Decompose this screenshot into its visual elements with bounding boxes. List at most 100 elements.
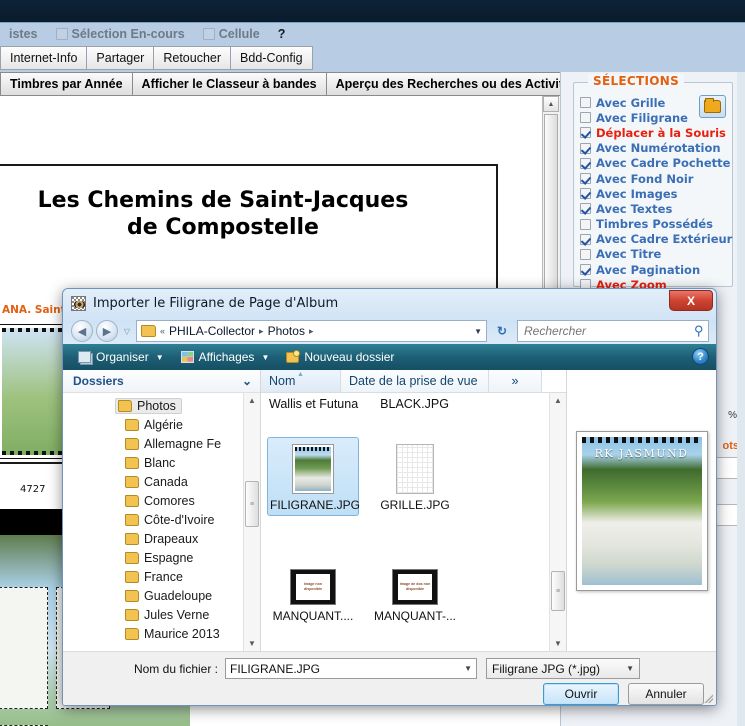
menu-item-selection-en-cours[interactable]: Sélection En-cours [47, 24, 194, 44]
checkbox-row-timbres-possedes[interactable]: Timbres Possédés [580, 217, 730, 232]
toolbar-button-bdd-config[interactable]: Bdd-Config [230, 46, 313, 70]
checkbox-row-deplacer-a-la-souris[interactable]: Déplacer à la Souris [580, 125, 730, 140]
open-button[interactable]: Ouvrir [543, 683, 619, 705]
tree-item-allemagne[interactable]: Allemagne Fe [63, 434, 244, 453]
file-tile-manquant-1[interactable]: Image non disponible MANQUANT.... [267, 548, 359, 627]
scroll-down-arrow[interactable]: ▼ [550, 636, 566, 651]
menu-label: ? [277, 26, 286, 41]
breadcrumb-item-phila-collector[interactable]: PHILA-Collector [169, 324, 255, 338]
scroll-up-arrow[interactable]: ▲ [245, 393, 260, 408]
back-arrow-icon[interactable]: ◀ [71, 320, 93, 342]
tree-item-algerie[interactable]: Algérie [63, 415, 244, 434]
scroll-up-arrow[interactable]: ▲ [543, 96, 559, 112]
file-tile-filigrane[interactable]: FILIGRANE.JPG [267, 437, 360, 516]
tree-item-maurice-2013[interactable]: Maurice 2013 [63, 624, 244, 643]
cancel-button[interactable]: Annuler [628, 683, 704, 705]
tree-item-guadeloupe[interactable]: Guadeloupe [63, 586, 244, 605]
close-icon[interactable]: X [669, 290, 713, 311]
recent-locations-icon[interactable]: ▽ [121, 327, 133, 336]
checkbox-row-avec-cadre-exterieur[interactable]: Avec Cadre Extérieur [580, 232, 732, 247]
scroll-thumb[interactable]: ≡ [551, 571, 565, 611]
help-icon[interactable]: ? [692, 348, 709, 365]
column-header-more[interactable]: » [489, 370, 542, 392]
scroll-thumb[interactable] [544, 114, 558, 314]
checkbox-row-avec-titre[interactable]: Avec Titre [580, 247, 730, 262]
checkbox-row-avec-textes[interactable]: Avec Textes [580, 201, 730, 216]
views-button[interactable]: Affichages ▼ [174, 346, 277, 368]
tree-item-comores[interactable]: Comores [63, 491, 244, 510]
tree-item-canada[interactable]: Canada [63, 472, 244, 491]
menu-item-listes[interactable]: istes [0, 24, 47, 44]
checkbox[interactable] [580, 248, 591, 260]
scroll-down-arrow[interactable]: ▼ [245, 636, 260, 651]
file-tile-grille[interactable]: GRILLE.JPG [369, 437, 461, 516]
tree-item-espagne[interactable]: Espagne [63, 548, 244, 567]
checkbox-row-avec-filigrane[interactable]: Avec Filigrane [580, 110, 730, 125]
strip-stamp-1[interactable] [0, 587, 48, 709]
checkbox[interactable] [580, 112, 591, 124]
panel-right-edge [737, 72, 745, 726]
thumbnail-wrap [372, 442, 458, 494]
tree-item-label: Côte-d'Ivoire [144, 512, 215, 527]
checkbox-row-avec-cadre-pochette[interactable]: Avec Cadre Pochette [580, 156, 730, 171]
checkbox[interactable] [580, 127, 591, 139]
search-icon[interactable]: ⚲ [694, 323, 704, 339]
chevron-down-icon[interactable]: ▼ [474, 327, 482, 336]
file-top-row-item[interactable]: BLACK.JPG [380, 397, 449, 411]
tab-afficher-classeur[interactable]: Afficher le Classeur à bandes [131, 72, 326, 95]
column-header-date[interactable]: Date de la prise de vue [341, 370, 489, 392]
organize-button[interactable]: Organiser ▼ [71, 346, 171, 368]
chevron-down-icon[interactable]: ⌄ [242, 374, 252, 388]
filetype-dropdown[interactable]: Filigrane JPG (*.jpg) ▼ [486, 658, 640, 679]
tree-item-blanc[interactable]: Blanc [63, 453, 244, 472]
scroll-up-arrow[interactable]: ▲ [550, 393, 566, 408]
checkbox[interactable] [580, 233, 591, 245]
tab-apercu-recherches[interactable]: Aperçu des Recherches ou des Activités [325, 72, 587, 95]
filename-input[interactable]: FILIGRANE.JPG ▼ [225, 658, 477, 679]
column-header-nom[interactable]: ▲ Nom [261, 370, 341, 392]
tree-item-drapeaux[interactable]: Drapeaux [63, 529, 244, 548]
tree-item-cote-divoire[interactable]: Côte-d'Ivoire [63, 510, 244, 529]
checkbox[interactable] [580, 142, 591, 154]
checkbox[interactable] [580, 157, 591, 169]
search-input[interactable] [522, 323, 695, 339]
toolbar-button-internet-info[interactable]: Internet-Info [0, 46, 87, 70]
checkbox-row-avec-pagination[interactable]: Avec Pagination [580, 262, 730, 277]
tree-item-france[interactable]: France [63, 567, 244, 586]
chevron-down-icon[interactable]: ▼ [626, 664, 634, 673]
menu-item-cellule[interactable]: Cellule [194, 24, 269, 44]
checkbox-row-avec-fond-noir[interactable]: Avec Fond Noir [580, 171, 730, 186]
toolbar-button-retoucher[interactable]: Retoucher [153, 46, 231, 70]
file-list-scrollbar[interactable]: ▲ ≡ ▼ [549, 393, 566, 651]
forward-arrow-icon[interactable]: ▶ [96, 320, 118, 342]
checkbox[interactable] [580, 173, 591, 185]
chevron-down-icon[interactable]: ▼ [464, 664, 472, 673]
checkbox-row-avec-grille[interactable]: Avec Grille [580, 95, 730, 110]
dialog-title-bar[interactable]: Importer le Filigrane de Page d'Album [63, 289, 716, 317]
tree-item-label: Drapeaux [144, 531, 199, 546]
refresh-icon[interactable]: ↻ [490, 320, 514, 342]
toolbar-button-partager[interactable]: Partager [86, 46, 154, 70]
file-top-row-group[interactable]: Wallis et Futuna [269, 397, 358, 411]
search-box[interactable]: ⚲ [517, 320, 709, 342]
checkbox[interactable] [580, 218, 591, 230]
menu-item-help[interactable]: ? [269, 24, 295, 44]
tab-timbres-par-annee[interactable]: Timbres par Année [0, 72, 132, 95]
checkbox-row-avec-images[interactable]: Avec Images [580, 186, 730, 201]
checkbox[interactable] [580, 97, 591, 109]
tree-item-photos[interactable]: Photos [63, 396, 244, 415]
breadcrumb[interactable]: « PHILA-Collector ▸ Photos ▸ ▼ [136, 320, 487, 342]
filetype-value: Filigrane JPG (*.jpg) [492, 661, 601, 676]
checkbox[interactable] [580, 188, 591, 200]
folder-tree-header[interactable]: Dossiers ⌄ [63, 370, 260, 393]
scroll-thumb[interactable]: ≡ [245, 481, 259, 527]
checkbox[interactable] [580, 203, 591, 215]
checkbox[interactable] [580, 264, 591, 276]
file-tile-manquant-2[interactable]: Image de dos non disponible MANQUANT-... [369, 548, 461, 627]
resize-grip[interactable] [702, 692, 713, 703]
folder-tree-scrollbar[interactable]: ▲ ▼ ≡ [243, 393, 260, 651]
tree-item-jules-verne[interactable]: Jules Verne [63, 605, 244, 624]
checkbox-row-avec-numerotation[interactable]: Avec Numérotation [580, 141, 730, 156]
breadcrumb-item-photos[interactable]: Photos [268, 324, 305, 338]
new-folder-button[interactable]: Nouveau dossier [279, 346, 401, 368]
